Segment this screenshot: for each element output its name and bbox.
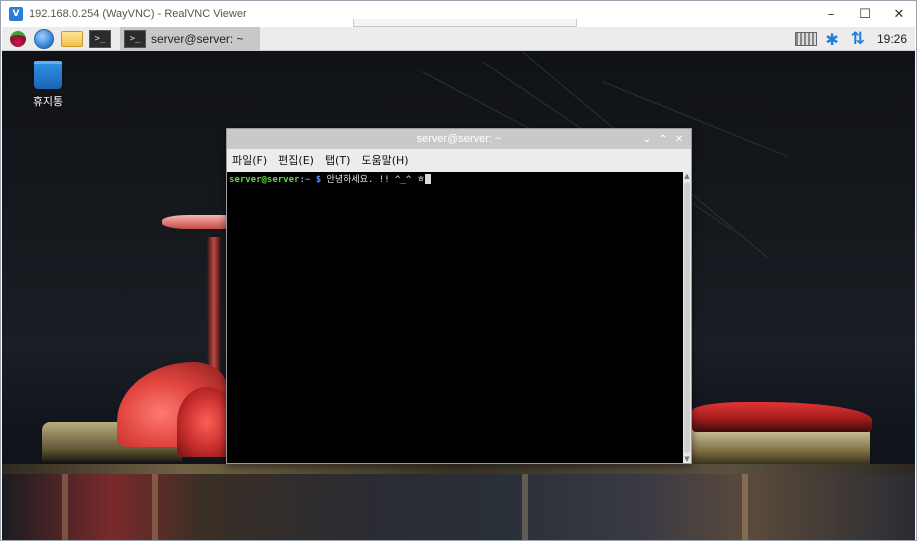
prompt-path: ~ $	[304, 175, 322, 185]
wallpaper-reflection	[62, 474, 68, 540]
keyboard-icon[interactable]	[795, 32, 818, 46]
terminal-titlebar[interactable]: server@server: ~ ⌄ ⌃ ✕	[227, 129, 691, 149]
desktop-panel: >_ >_ server@server: ~ ✱ ⇅ 19:26	[2, 27, 915, 51]
taskbar-item-label: server@server: ~	[151, 31, 244, 46]
wallpaper-reflection	[152, 474, 158, 540]
terminal-icon: >_	[124, 29, 146, 48]
close-button[interactable]: ✕	[882, 1, 916, 27]
wallpaper-water	[2, 474, 915, 540]
terminal-line: server@server:~ $ 안녕하세요. !! ^_^ ㅎ	[229, 174, 683, 186]
wallpaper-shoreline	[2, 464, 915, 474]
scroll-up-arrow-icon[interactable]: ▲	[683, 172, 691, 180]
menu-help[interactable]: 도움말(H)	[361, 152, 408, 168]
taskbar-item-terminal[interactable]: >_ server@server: ~	[120, 27, 260, 51]
prompt-user: server@server	[229, 175, 300, 185]
raspberry-menu-icon[interactable]	[6, 27, 30, 51]
terminal-screen[interactable]: server@server:~ $ 안녕하세요. !! ^_^ ㅎ	[227, 172, 685, 463]
realvnc-icon: V	[9, 7, 23, 21]
menu-file[interactable]: 파일(F)	[232, 152, 267, 168]
vnc-window-controls: – ☐ ✕	[814, 1, 916, 27]
terminal-icon[interactable]: >_	[86, 27, 114, 51]
terminal-menubar: 파일(F) 편집(E) 탭(T) 도움말(H)	[227, 149, 691, 171]
terminal-scrollbar[interactable]: ▲ ▼	[683, 172, 691, 463]
vnc-toolbar-handle[interactable]	[353, 19, 577, 27]
wallpaper-reflection	[522, 474, 528, 540]
maximize-button[interactable]: ☐	[848, 1, 882, 27]
bluetooth-icon[interactable]: ✱	[825, 30, 838, 49]
wallpaper-reflection	[742, 474, 748, 540]
terminal-close-button[interactable]: ✕	[671, 134, 687, 145]
desktop-trash[interactable]: 휴지통	[26, 61, 70, 109]
menu-tabs[interactable]: 탭(T)	[325, 152, 350, 168]
terminal-window-controls: ⌄ ⌃ ✕	[639, 129, 687, 149]
trash-label: 휴지통	[32, 95, 64, 108]
remote-desktop[interactable]: >_ >_ server@server: ~ ✱ ⇅ 19:26 휴지통 ser…	[2, 27, 915, 540]
terminal-title: server@server: ~	[416, 133, 502, 145]
vnc-window-title: 192.168.0.254 (WayVNC) - RealVNC Viewer	[29, 8, 247, 20]
network-icon[interactable]: ⇅	[851, 29, 865, 49]
file-manager-icon[interactable]	[58, 27, 86, 51]
realvnc-viewer-window: V 192.168.0.254 (WayVNC) - RealVNC Viewe…	[0, 0, 917, 541]
wallpaper-skypark	[162, 215, 230, 229]
vnc-titlebar[interactable]: V 192.168.0.254 (WayVNC) - RealVNC Viewe…	[1, 1, 916, 27]
text-cursor	[425, 174, 432, 184]
terminal-maximize-button[interactable]: ⌃	[655, 134, 671, 145]
terminal-minimize-button[interactable]: ⌄	[639, 134, 655, 145]
terminal-window: server@server: ~ ⌄ ⌃ ✕ 파일(F) 편집(E) 탭(T) …	[226, 128, 692, 464]
scrollbar-thumb[interactable]	[684, 182, 690, 453]
wallpaper-arena-base	[690, 427, 870, 467]
minimize-button[interactable]: –	[814, 1, 848, 27]
menu-edit[interactable]: 편집(E)	[278, 152, 314, 168]
command-text: 안녕하세요. !! ^_^ ㅎ	[321, 175, 426, 185]
trash-icon	[34, 61, 62, 89]
scroll-down-arrow-icon[interactable]: ▼	[683, 455, 691, 463]
web-browser-icon[interactable]	[30, 27, 58, 51]
system-tray: ✱ ⇅ 19:26	[795, 27, 915, 51]
clock[interactable]: 19:26	[877, 32, 907, 46]
